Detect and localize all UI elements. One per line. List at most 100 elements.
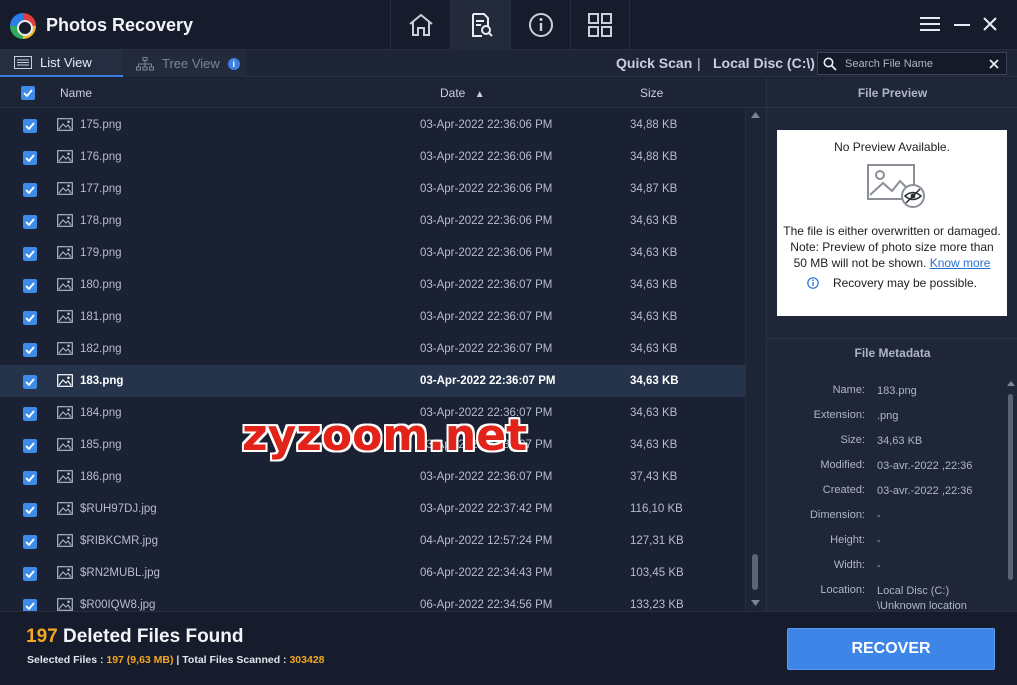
view-toolbar: List View Tree View i Quick Scan | Local… — [0, 50, 1017, 77]
row-checkbox[interactable] — [23, 279, 37, 293]
table-row[interactable]: 182.png 03-Apr-2022 22:36:07 PM 34,63 KB — [0, 333, 745, 365]
minimize-button[interactable] — [950, 12, 974, 36]
image-file-icon — [57, 118, 73, 131]
file-size: 34,88 KB — [630, 151, 678, 163]
row-checkbox[interactable] — [23, 183, 37, 197]
checkmark-icon — [25, 506, 35, 514]
checkmark-icon — [25, 410, 35, 418]
file-size: 133,23 KB — [630, 599, 684, 611]
table-row[interactable]: $RIBKCMR.jpg 04-Apr-2022 12:57:24 PM 127,3… — [0, 525, 745, 557]
row-checkbox[interactable] — [23, 215, 37, 229]
file-list-scrollbar[interactable] — [745, 108, 766, 611]
search-box — [817, 52, 1007, 75]
metadata-scrollbar[interactable] — [1004, 378, 1017, 611]
select-all-checkbox[interactable] — [21, 86, 35, 100]
row-checkbox[interactable] — [23, 151, 37, 165]
table-row[interactable]: 186.png 03-Apr-2022 22:36:07 PM 37,43 KB — [0, 461, 745, 493]
row-checkbox[interactable] — [23, 535, 37, 549]
table-row[interactable]: 177.png 03-Apr-2022 22:36:06 PM 34,87 KB — [0, 173, 745, 205]
recover-button[interactable]: RECOVER — [787, 628, 995, 670]
file-size: 116,10 KB — [630, 503, 683, 515]
column-size[interactable]: Size — [640, 86, 663, 100]
info-icon — [528, 13, 553, 37]
total-files-value: 303428 — [289, 654, 325, 666]
metadata-scrollbar-thumb[interactable] — [1008, 394, 1013, 580]
row-checkbox[interactable] — [23, 119, 37, 133]
file-size: 37,43 KB — [630, 471, 678, 483]
minimize-icon — [954, 24, 970, 26]
file-name: 183.png — [80, 375, 124, 387]
checkmark-icon — [23, 89, 33, 97]
file-name: 176.png — [80, 151, 122, 163]
row-checkbox[interactable] — [23, 311, 37, 325]
file-date: 03-Apr-2022 22:36:06 PM — [420, 215, 553, 227]
tab-home[interactable] — [390, 0, 450, 50]
file-name: 186.png — [80, 471, 122, 483]
checkmark-icon — [25, 378, 35, 386]
row-checkbox[interactable] — [23, 471, 37, 485]
column-name[interactable]: Name — [60, 86, 92, 100]
row-checkbox[interactable] — [23, 503, 37, 517]
column-date[interactable]: Date ▲ — [440, 86, 485, 100]
checkmark-icon — [25, 250, 35, 258]
row-checkbox[interactable] — [23, 343, 37, 357]
scan-location: Local Disc (C:\) — [713, 55, 815, 71]
row-checkbox[interactable] — [23, 407, 37, 421]
row-checkbox[interactable] — [23, 375, 37, 389]
file-preview-header: File Preview — [767, 78, 1017, 108]
table-row[interactable]: 178.png 03-Apr-2022 22:36:06 PM 34,63 KB — [0, 205, 745, 237]
scrollbar-thumb[interactable] — [752, 554, 758, 590]
table-row[interactable]: 183.png 03-Apr-2022 22:36:07 PM 34,63 KB — [0, 365, 745, 397]
tab-tree-view[interactable]: Tree View i — [124, 50, 246, 77]
close-button[interactable] — [978, 12, 1002, 36]
table-row[interactable]: $RN2MUBL.jpg 06-Apr-2022 22:34:43 PM 103,4… — [0, 557, 745, 589]
metadata-key: Height: — [830, 534, 865, 546]
file-list-header: Name Date ▲ Size — [0, 78, 766, 108]
scroll-up-icon[interactable] — [751, 112, 760, 118]
checkmark-icon — [25, 282, 35, 290]
metadata-value: 34,63 KB — [877, 435, 923, 447]
row-checkbox[interactable] — [23, 599, 37, 611]
table-row[interactable]: $R00IQW8.jpg 06-Apr-2022 22:34:56 PM 133,2… — [0, 589, 745, 611]
file-name: 185.png — [80, 439, 122, 451]
file-size: 103,45 KB — [630, 567, 684, 579]
table-row[interactable]: $RUH97DJ.jpg 03-Apr-2022 22:37:42 PM 116,1… — [0, 493, 745, 525]
metadata-value: 183.png — [877, 385, 917, 397]
tab-scan-results[interactable] — [450, 0, 510, 50]
tab-grid[interactable] — [570, 0, 630, 50]
table-row[interactable]: 180.png 03-Apr-2022 22:36:07 PM 34,63 KB — [0, 269, 745, 301]
checkmark-icon — [25, 314, 35, 322]
tab-list-view[interactable]: List View — [0, 50, 123, 77]
file-size: 34,88 KB — [630, 119, 678, 131]
row-checkbox[interactable] — [23, 567, 37, 581]
deleted-files-found: 197 Deleted Files Found — [26, 626, 244, 648]
grid-icon — [588, 13, 612, 37]
app-title: Photos Recovery — [46, 15, 194, 35]
row-checkbox[interactable] — [23, 247, 37, 261]
image-file-icon — [57, 470, 73, 483]
deleted-count: 197 — [26, 626, 58, 647]
scroll-down-icon[interactable] — [751, 600, 760, 606]
tab-info[interactable] — [510, 0, 570, 50]
preview-overwritten-text: The file is either overwritten or damage… — [783, 224, 1001, 238]
meta-scroll-up-icon[interactable] — [1007, 381, 1015, 386]
table-row[interactable]: 179.png 03-Apr-2022 22:36:06 PM 34,63 KB — [0, 237, 745, 269]
image-file-icon — [57, 310, 73, 323]
clear-search-icon[interactable] — [989, 58, 999, 69]
file-name: 178.png — [80, 215, 122, 227]
file-metadata-header: File Metadata — [854, 346, 931, 360]
footer: 197 Deleted Files Found Selected Files :… — [0, 611, 1017, 685]
metadata-value: .png — [877, 410, 899, 422]
menu-button[interactable] — [918, 12, 942, 36]
know-more-link[interactable]: Know more — [930, 256, 991, 270]
table-row[interactable]: 175.png 03-Apr-2022 22:36:06 PM 34,88 KB — [0, 109, 745, 141]
file-size: 34,63 KB — [630, 247, 678, 259]
table-row[interactable]: 181.png 03-Apr-2022 22:36:07 PM 34,63 KB — [0, 301, 745, 333]
row-checkbox[interactable] — [23, 439, 37, 453]
file-date: 06-Apr-2022 22:34:43 PM — [420, 567, 553, 579]
table-row[interactable]: 176.png 03-Apr-2022 22:36:06 PM 34,88 KB — [0, 141, 745, 173]
search-input[interactable] — [837, 57, 989, 70]
checkmark-icon — [25, 218, 35, 226]
tree-view-info-icon[interactable]: i — [227, 57, 240, 70]
details-panel: File Preview No Preview Available. The f… — [766, 78, 1017, 612]
